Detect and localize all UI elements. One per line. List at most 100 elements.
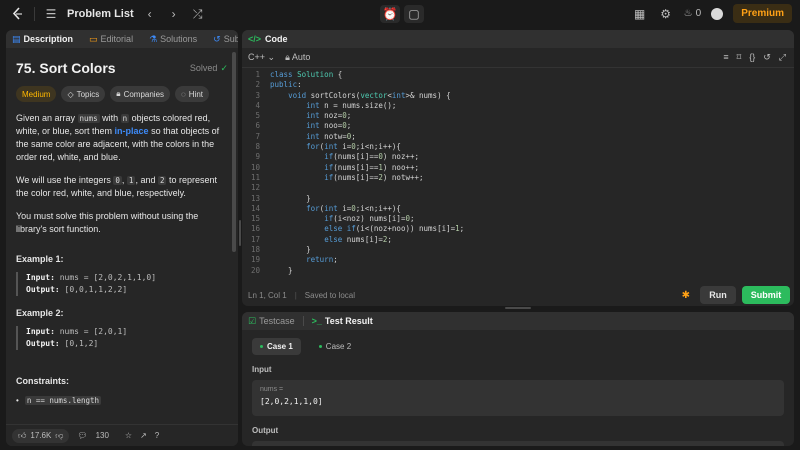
reset-icon[interactable]: ↺: [763, 52, 771, 63]
help-icon[interactable]: ?: [155, 431, 159, 440]
code-line[interactable]: 20 }: [242, 266, 794, 276]
code-line[interactable]: 15 if(i<noz) nums[i]=0;: [242, 214, 794, 224]
output-label: Output: [252, 426, 279, 435]
prev-problem-icon[interactable]: ‹: [142, 6, 158, 22]
streak-counter[interactable]: ♨ 0: [684, 8, 702, 19]
code-line[interactable]: 13 }: [242, 194, 794, 204]
braces-icon[interactable]: {}: [749, 52, 755, 63]
code-line[interactable]: 6 int noo=0;: [242, 121, 794, 131]
tab-solutions[interactable]: ⚗ Solutions: [149, 34, 197, 45]
output-box: [252, 441, 784, 446]
star-icon[interactable]: ☆: [125, 431, 132, 440]
format-icon[interactable]: ≡: [723, 52, 728, 63]
code-line[interactable]: 12: [242, 183, 794, 193]
bookmark-icon[interactable]: ⌑: [737, 52, 742, 63]
line-number: 14: [250, 203, 260, 213]
check-circle-icon: ✓: [220, 62, 228, 73]
test-cases: Case 1 Case 2: [242, 330, 794, 355]
vertical-resize-handle[interactable]: [239, 220, 241, 246]
problem-statement: Given an array nums with n objects color…: [16, 113, 220, 162]
code-text: int noo=0;: [306, 121, 352, 131]
shuffle-icon[interactable]: ⤮: [190, 6, 206, 22]
line-number: 15: [250, 214, 260, 224]
problem-list-link[interactable]: Problem List: [67, 8, 134, 20]
problem-title: 75. Sort Colors: [16, 60, 116, 76]
code-line[interactable]: 10 if(nums[i]==1) noo++;: [242, 163, 794, 173]
editor-toolbar: C++ ⌄ 🔒︎ Auto ≡ ⌑ {} ↺ ⤢: [242, 48, 794, 68]
tab-description[interactable]: ▤ Description: [12, 34, 73, 45]
hint-chip[interactable]: ◌ Hint: [175, 86, 210, 102]
lightbulb-icon: ◌: [181, 89, 186, 99]
auto-mode-toggle[interactable]: 🔒︎ Auto: [285, 52, 310, 63]
case-1-tab[interactable]: Case 1: [252, 338, 301, 355]
problem-statement-2: We will use the integers 0, 1, and 2 to …: [16, 175, 218, 198]
debug-icon[interactable]: ✱: [682, 290, 690, 301]
timer-icon[interactable]: ⏰: [380, 5, 400, 23]
line-number: 1: [255, 70, 260, 79]
code-line[interactable]: 7 int notw=0;: [242, 132, 794, 142]
constraint-item: • n == nums.length: [16, 396, 102, 405]
code-line[interactable]: 11 if(nums[i]==2) notw++;: [242, 173, 794, 183]
problem-list-icon[interactable]: ☰: [43, 6, 59, 22]
run-button[interactable]: Run: [700, 286, 736, 304]
fullscreen-icon[interactable]: ⤢: [779, 52, 786, 63]
code-line[interactable]: 16 else if(i<(noz+noo)) nums[i]=1;: [242, 224, 794, 234]
settings-gear-icon[interactable]: ⚙: [658, 6, 674, 22]
difficulty-badge[interactable]: Medium: [16, 86, 57, 102]
line-number: 4: [255, 100, 260, 110]
comment-count: 130: [95, 431, 109, 440]
code-text: int n = nums.size();: [306, 100, 397, 110]
avatar[interactable]: [711, 7, 724, 20]
line-number: 8: [255, 142, 260, 152]
tab-submissions[interactable]: ↺ Submissio: [213, 34, 238, 45]
code-line[interactable]: 5 int noz=0;: [242, 111, 794, 121]
code-text: }: [270, 193, 311, 203]
line-number: 19: [250, 255, 260, 265]
code-line[interactable]: 8 for(int i=0;i<n;i++){: [242, 142, 794, 152]
topics-chip[interactable]: ◇ Topics: [61, 86, 106, 102]
code-line[interactable]: 3 void sortColors(vector<int>& nums) {: [242, 91, 794, 101]
code-text: return;: [306, 255, 338, 265]
line-number: 13: [250, 193, 260, 203]
chevron-down-icon: ⌄: [267, 52, 276, 62]
submit-button[interactable]: Submit: [742, 286, 790, 304]
code-line[interactable]: 1 class Solution {: [242, 70, 794, 80]
code-line[interactable]: 2 public:: [242, 80, 794, 90]
notes-icon[interactable]: ▢: [404, 5, 424, 23]
comment-icon[interactable]: 💬︎: [77, 431, 87, 440]
code-line[interactable]: 9 if(nums[i]==0) noz++;: [242, 152, 794, 162]
layout-grid-icon[interactable]: ▦: [632, 6, 648, 22]
streak-count: 0: [695, 8, 702, 19]
code-text: int noz=0;: [306, 111, 352, 121]
code-text: if(i<noz) nums[i]=0;: [324, 214, 415, 224]
code-line[interactable]: 18 }: [242, 245, 794, 255]
tab-code[interactable]: </> Code: [248, 34, 288, 44]
line-number: 11: [250, 172, 260, 182]
next-problem-icon[interactable]: ›: [166, 6, 182, 22]
tab-editorial[interactable]: ▭ Editorial: [89, 34, 133, 45]
pass-dot-icon: [260, 345, 263, 348]
tab-test-result[interactable]: >_ Test Result: [312, 316, 373, 326]
companies-chip[interactable]: 🔒︎ Companies: [110, 86, 171, 102]
line-number: 18: [250, 245, 260, 255]
share-icon[interactable]: ↗: [140, 431, 147, 440]
code-line[interactable]: 4 int n = nums.size();: [242, 101, 794, 111]
leetcode-logo-icon[interactable]: [10, 6, 26, 22]
thumbs-down-icon[interactable]: 👎︎: [55, 431, 63, 441]
code-line[interactable]: 14 for(int i=0;i<n;i++){: [242, 204, 794, 214]
language-select[interactable]: C++ ⌄: [248, 52, 275, 63]
tab-testcase[interactable]: ☑ Testcase: [248, 316, 295, 327]
constraints-title: Constraints:: [16, 376, 70, 386]
case-2-tab[interactable]: Case 2: [311, 338, 359, 355]
in-place-link[interactable]: in-place: [115, 126, 149, 136]
code-line[interactable]: 19 return;: [242, 255, 794, 265]
code-line[interactable]: 17 else nums[i]=2;: [242, 235, 794, 245]
line-number: 3: [255, 90, 260, 100]
divider: [34, 7, 35, 21]
code-editor[interactable]: 1 class Solution {2 public: 3 void sortColo…: [242, 70, 794, 280]
checkbox-icon: ☑: [248, 315, 257, 326]
thumbs-up-icon[interactable]: 👍︎: [18, 431, 26, 441]
premium-button[interactable]: Premium: [733, 4, 792, 23]
description-scrollbar[interactable]: [232, 52, 236, 252]
horizontal-resize-handle[interactable]: [505, 307, 531, 309]
